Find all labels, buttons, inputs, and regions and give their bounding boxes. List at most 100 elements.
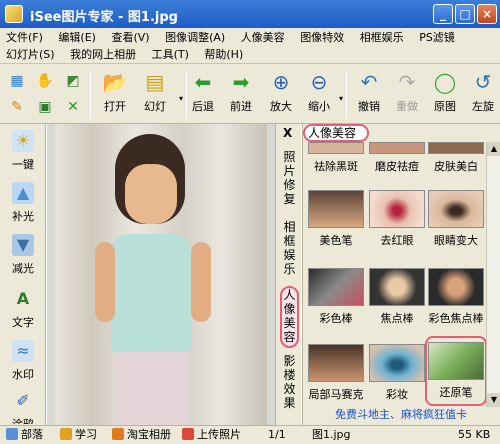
- effect-label: 彩色焦点棒: [428, 312, 484, 325]
- redo-icon: ↷: [398, 70, 416, 94]
- tab-studio-effects[interactable]: 影楼效果: [280, 354, 299, 416]
- effect-label: 彩妆: [386, 388, 408, 401]
- panel-close-button[interactable]: X: [283, 126, 292, 140]
- sidebar-item-label: 文字: [12, 316, 34, 329]
- menu-portrait-beauty[interactable]: 人像美容: [241, 30, 285, 45]
- menu-row-2: 幻灯片(S) 我的网上相册 工具(T) 帮助(H): [6, 47, 255, 64]
- status-learn-link[interactable]: 学习: [60, 428, 97, 442]
- tab-portrait-beauty[interactable]: 人像美容: [280, 286, 299, 348]
- sidebar-item-doodle[interactable]: ✐ 涂鸦: [3, 386, 43, 424]
- brush-tool-icon[interactable]: ✎: [6, 96, 28, 118]
- small-tools-group: ▦ ✋ ◩ ✎ ▣ ✕: [4, 68, 88, 120]
- undo-button[interactable]: ↶ 撤销: [350, 70, 388, 120]
- menu-frames-fun[interactable]: 相框娱乐: [360, 30, 404, 45]
- tab-photo-repair[interactable]: 照片修复: [280, 150, 299, 210]
- slideshow-icon: ▤: [145, 70, 165, 94]
- effect-red-eye[interactable]: 去红眼: [366, 190, 428, 248]
- sidebar-item-one-click[interactable]: ☀ 一键: [3, 126, 43, 180]
- scroll-down-icon[interactable]: ▼: [487, 393, 500, 407]
- menu-row-1: 文件(F) 编辑(E) 查看(V) 图像调整(A) 人像美容 图像特效 相框娱乐…: [6, 30, 467, 47]
- effect-beauty-pen[interactable]: 美色笔: [305, 190, 367, 248]
- delete-tool-icon[interactable]: ✕: [62, 96, 84, 118]
- save-tool-icon[interactable]: ▣: [34, 96, 56, 118]
- open-folder-icon: 📂: [102, 70, 128, 94]
- window-title: iSee图片专家 - 图1.jpg: [30, 10, 178, 25]
- effect-local-mosaic[interactable]: 局部马赛克: [305, 344, 367, 402]
- effect-remove-spots[interactable]: 祛除黑斑: [305, 142, 367, 174]
- menu-image-effects[interactable]: 图像特效: [300, 30, 344, 45]
- crop-tool-icon[interactable]: ◩: [62, 70, 84, 92]
- status-label: 部落: [21, 428, 43, 441]
- category-tabs: X 照片修复 相框娱乐 人像美容 影楼效果: [275, 124, 301, 425]
- slideshow-button[interactable]: ▤ 幻灯: [136, 70, 174, 120]
- status-taobao-album-link[interactable]: 淘宝相册: [112, 428, 171, 442]
- rotate-left-label: 左旋: [472, 100, 494, 113]
- toolbar-separator: [90, 70, 91, 118]
- open-button[interactable]: 📂 打开: [96, 70, 134, 120]
- redo-button[interactable]: ↷ 重做: [388, 70, 426, 120]
- effect-label: 去红眼: [380, 234, 414, 247]
- zoom-out-button[interactable]: ⊖ 缩小: [300, 70, 338, 120]
- effect-skin-whiten[interactable]: 皮肤美白: [425, 142, 487, 174]
- panel-title: 人像美容: [303, 124, 369, 142]
- sidebar-item-label: 减光: [12, 262, 34, 275]
- sidebar-item-fill-light[interactable]: ▲ 补光: [3, 178, 43, 232]
- app-icon: [5, 5, 23, 23]
- scroll-up-icon[interactable]: ▲: [487, 142, 500, 156]
- effect-makeup[interactable]: 彩妆: [366, 344, 428, 402]
- zoom-out-label: 缩小: [308, 100, 330, 113]
- effect-thumbnail: [428, 268, 484, 306]
- effect-color-focus-wand[interactable]: 彩色焦点棒: [425, 268, 487, 326]
- minimize-button[interactable]: _: [433, 4, 453, 24]
- effect-thumbnail: [308, 344, 364, 382]
- sidebar-item-text[interactable]: A 文字: [3, 284, 43, 338]
- menu-edit[interactable]: 编辑(E): [58, 30, 96, 45]
- effect-color-wand[interactable]: 彩色棒: [305, 268, 367, 326]
- menu-view[interactable]: 查看(V): [111, 30, 149, 45]
- promo-link[interactable]: 免费斗地主、麻将疯狂值卡: [303, 407, 499, 423]
- effect-smooth-skin[interactable]: 磨皮祛痘: [366, 142, 428, 174]
- undo-label: 撤销: [358, 100, 380, 113]
- tribe-icon: [6, 428, 18, 440]
- status-bar: 部落 学习 淘宝相册 上传照片 1/1 图1.jpg 55 KB: [0, 425, 500, 444]
- menu-online-album[interactable]: 我的网上相册: [70, 47, 136, 62]
- menu-help[interactable]: 帮助(H): [204, 47, 243, 62]
- effect-label: 皮肤美白: [434, 160, 478, 173]
- zoom-in-button[interactable]: ⊕ 放大: [262, 70, 300, 120]
- learn-icon: [60, 428, 72, 440]
- panel-scrollbar[interactable]: ▲ ▼: [486, 142, 500, 407]
- doodle-icon: ✐: [16, 391, 30, 410]
- maximize-button[interactable]: □: [455, 4, 475, 24]
- photo-dress-shape: [111, 234, 191, 354]
- back-button[interactable]: ⬅ 后退: [184, 70, 222, 120]
- slideshow-label: 幻灯: [144, 100, 166, 113]
- photo-face-shape: [125, 164, 177, 224]
- status-upload-photo-link[interactable]: 上传照片: [182, 428, 241, 442]
- image-canvas[interactable]: [47, 124, 275, 425]
- menu-file[interactable]: 文件(F): [6, 30, 43, 45]
- rotate-left-button[interactable]: ↺ 左旋: [466, 70, 500, 120]
- sidebar-item-watermark[interactable]: ≈ 水印: [3, 336, 43, 390]
- open-label: 打开: [104, 100, 126, 113]
- effect-thumbnail: [308, 142, 364, 154]
- status-tribe-link[interactable]: 部落: [6, 428, 43, 442]
- effect-restore-pen[interactable]: 还原笔: [425, 336, 487, 406]
- effect-label: 彩色棒: [319, 312, 353, 325]
- effect-thumbnail: [369, 268, 425, 306]
- original-button[interactable]: ◯ 原图: [426, 70, 464, 120]
- effect-thumbnail: [369, 142, 425, 154]
- effect-eye-enlarge[interactable]: 眼睛变大: [425, 190, 487, 248]
- redo-label: 重做: [396, 100, 418, 113]
- tab-frames-fun[interactable]: 相框娱乐: [280, 220, 299, 280]
- sidebar-item-label: 一键: [12, 158, 34, 171]
- menu-image-adjust[interactable]: 图像调整(A): [165, 30, 225, 45]
- hand-tool-icon[interactable]: ✋: [34, 70, 56, 92]
- forward-button[interactable]: ➡ 前进: [222, 70, 260, 120]
- select-tool-icon[interactable]: ▦: [6, 70, 28, 92]
- menu-ps-filters[interactable]: PS滤镜: [419, 30, 455, 45]
- menu-tools[interactable]: 工具(T): [152, 47, 189, 62]
- close-button[interactable]: ×: [477, 4, 497, 24]
- menu-slideshow[interactable]: 幻灯片(S): [6, 47, 55, 62]
- effect-focus-wand[interactable]: 焦点棒: [366, 268, 428, 326]
- sidebar-item-reduce-light[interactable]: ▼ 减光: [3, 230, 43, 284]
